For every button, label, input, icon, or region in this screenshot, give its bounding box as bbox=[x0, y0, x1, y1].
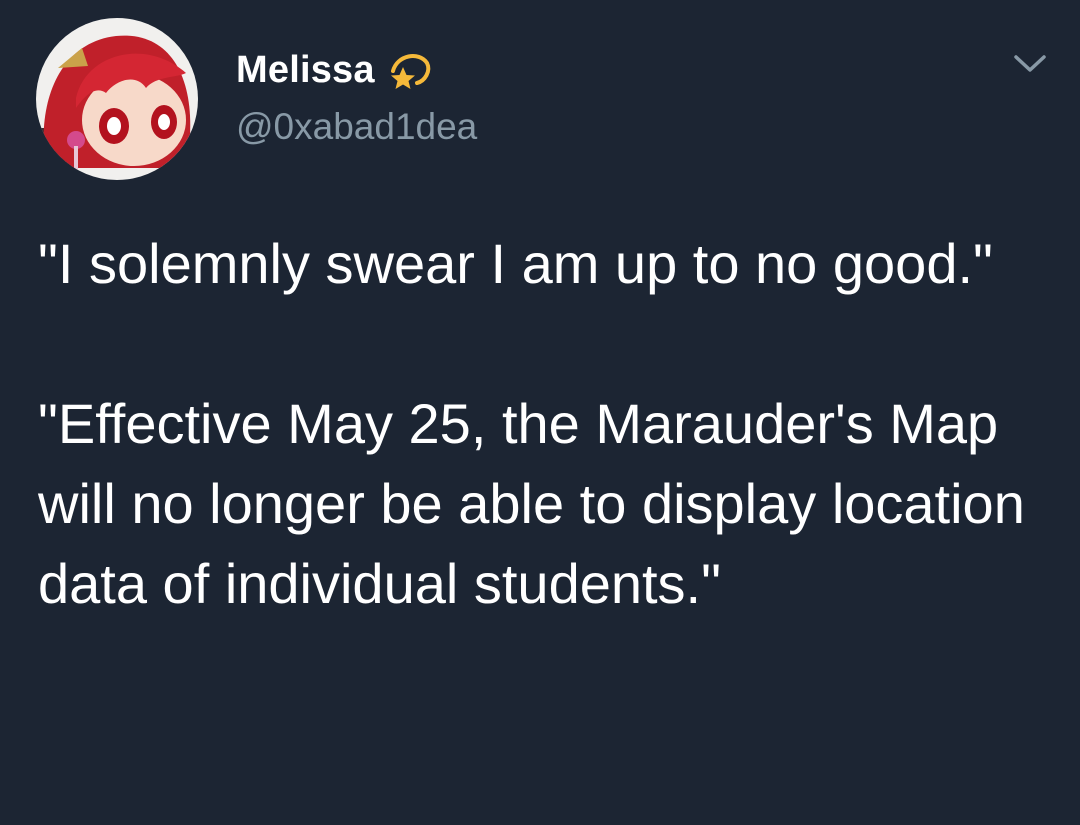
tweet-header: Melissa @0xabad1dea bbox=[236, 44, 477, 148]
shooting-star-icon bbox=[390, 54, 430, 89]
avatar-image bbox=[36, 18, 198, 180]
tweet-text: "I solemnly swear I am up to no good." "… bbox=[38, 232, 1025, 615]
name-row: Melissa bbox=[236, 44, 477, 96]
tweet-card: Melissa @0xabad1dea "I solemnly swear I … bbox=[0, 0, 1080, 825]
user-handle[interactable]: @0xabad1dea bbox=[236, 106, 477, 148]
display-name[interactable]: Melissa bbox=[236, 49, 375, 92]
avatar[interactable] bbox=[36, 18, 198, 180]
chevron-down-icon[interactable] bbox=[1010, 48, 1050, 78]
